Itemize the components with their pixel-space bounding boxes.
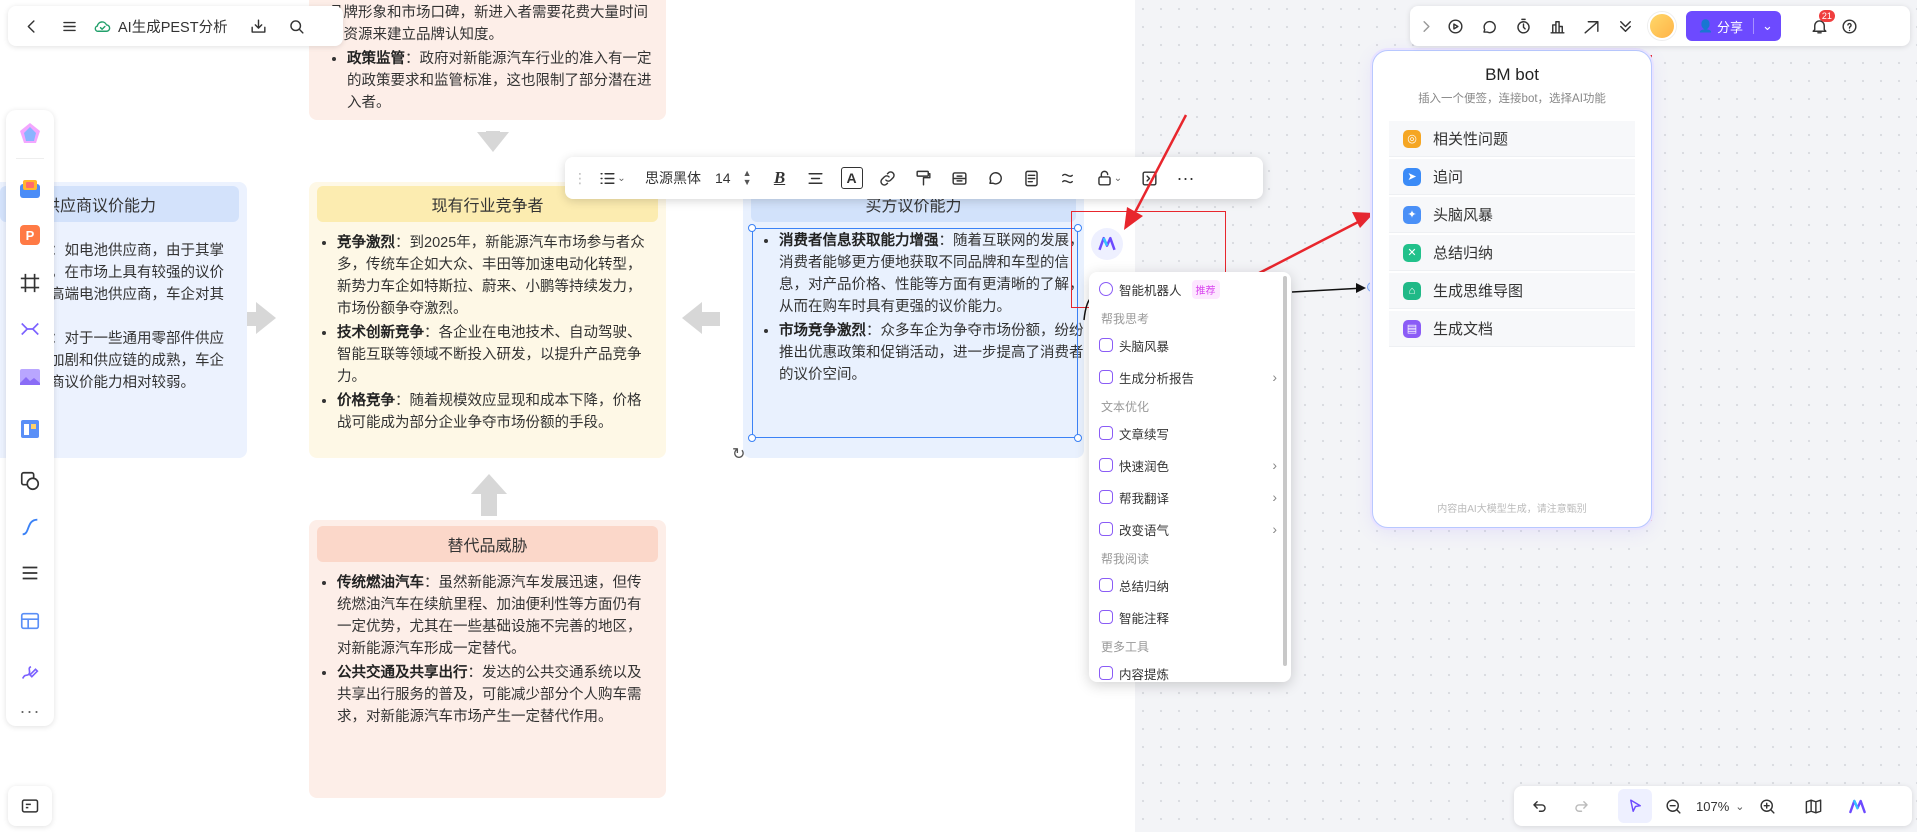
menu-scrollbar[interactable] (1283, 276, 1287, 666)
undo-icon[interactable] (1522, 789, 1556, 823)
red-arrow-2-head (1352, 212, 1374, 228)
bot-function-item[interactable]: ✦ 头脑风暴 (1389, 197, 1635, 233)
share-dropdown-icon[interactable]: ⌄ (1752, 18, 1781, 34)
map-icon[interactable] (1796, 789, 1830, 823)
menu-item-icon (1099, 578, 1113, 592)
menu-item-robot[interactable]: 智能机器人 推荐 (1099, 274, 1277, 304)
menu-item-label: 总结归纳 (1119, 579, 1170, 594)
play-icon[interactable] (1438, 9, 1472, 43)
menu-item-icon (1099, 338, 1113, 352)
robot-icon (1099, 282, 1113, 296)
menu-item[interactable]: 改变语气 › (1099, 514, 1277, 544)
zoom-dropdown-icon[interactable]: ⌄ (1735, 800, 1744, 813)
recommend-badge: 推荐 (1191, 279, 1220, 299)
select-tool-icon[interactable] (1618, 789, 1652, 823)
menu-item-label: 改变语气 (1119, 523, 1170, 538)
bm-bot-panel: BM bot 插入一个便签，连接bot，选择AI功能 ◎ 相关性问题 ➤ 追问 ✦ 头脑风… (1372, 50, 1652, 528)
connector-arrow-head (1356, 283, 1366, 293)
bot-function-label: 总结归纳 (1433, 245, 1494, 262)
menu-item[interactable]: 总结归纳 (1099, 570, 1277, 600)
ai-dropdown-menu: 智能机器人 推荐 帮我思考 头脑风暴 生成分析报告 › 文本优化 文章续写 快速润色 › 帮我翻… (1089, 272, 1291, 682)
menu-item[interactable]: 快速润色 › (1099, 450, 1277, 480)
menu-item-icon (1099, 490, 1113, 504)
bot-title: BM bot (1485, 65, 1539, 84)
avatar[interactable] (1642, 9, 1682, 43)
vote-icon[interactable] (1540, 9, 1574, 43)
bot-function-icon: ◎ (1403, 129, 1421, 148)
notification-badge: 21 (1818, 10, 1835, 22)
bot-function-item[interactable]: ◎ 相关性问题 (1389, 121, 1635, 157)
share-button[interactable]: 👤 分享 ⌄ (1686, 11, 1781, 41)
redo-icon[interactable] (1564, 789, 1598, 823)
menu-section-title: 更多工具 (1101, 640, 1150, 654)
menu-item[interactable]: 生成分析报告 › (1099, 362, 1277, 392)
zoom-in-icon[interactable] (1750, 789, 1784, 823)
chat-icon[interactable] (1472, 9, 1506, 43)
menu-section-title: 帮我思考 (1101, 312, 1150, 326)
top-right-toolbar: 👤 分享 ⌄ 21 (1410, 6, 1910, 46)
menu-item[interactable]: 文章续写 (1099, 418, 1277, 448)
menu-item[interactable]: 内容提炼 (1099, 658, 1277, 682)
bot-function-icon: ▤ (1403, 319, 1421, 338)
follow-icon[interactable] (1574, 9, 1608, 43)
help-icon[interactable] (1837, 9, 1863, 43)
chevron-right-icon: › (1272, 457, 1277, 473)
share-user-icon: 👤 (1698, 19, 1713, 33)
bot-subtitle: 插入一个便签，连接bot，选择AI功能 (1418, 93, 1606, 105)
zoom-level[interactable]: 107% (1696, 799, 1729, 814)
red-arrow-1 (1129, 114, 1188, 221)
menu-item-label: 帮我翻译 (1119, 491, 1170, 506)
expand-icon[interactable] (1414, 9, 1438, 43)
menu-section-title: 文本优化 (1101, 400, 1150, 414)
menu-item-icon (1099, 666, 1113, 680)
menu-item[interactable]: 智能注释 (1099, 602, 1277, 632)
menu-item-icon (1099, 426, 1113, 440)
red-arrow-1-head (1124, 207, 1143, 230)
menu-item-label: 头脑风暴 (1119, 339, 1170, 354)
bot-function-label: 相关性问题 (1433, 131, 1509, 148)
menu-item-label: 文章续写 (1119, 427, 1170, 442)
collapse-icon[interactable] (1608, 9, 1642, 43)
bot-function-icon: ✦ (1403, 205, 1421, 224)
menu-item-icon (1099, 370, 1113, 384)
zoom-out-icon[interactable] (1656, 789, 1690, 823)
bot-function-icon: ➤ (1403, 167, 1421, 186)
menu-item-label: 快速润色 (1119, 459, 1170, 474)
bell-icon[interactable]: 21 (1803, 9, 1837, 43)
menu-item-label: 内容提炼 (1119, 667, 1170, 682)
bottom-right-toolbar: 107% ⌄ (1514, 786, 1912, 826)
menu-item-icon (1099, 458, 1113, 472)
ai-assistant-icon[interactable] (1840, 789, 1874, 823)
menu-section-title: 帮我阅读 (1101, 552, 1150, 566)
timer-icon[interactable] (1506, 9, 1540, 43)
bot-function-label: 追问 (1433, 169, 1464, 186)
bot-function-label: 生成文档 (1433, 321, 1494, 338)
menu-item-label: 智能注释 (1119, 611, 1170, 626)
bot-function-icon: ⌂ (1403, 281, 1421, 300)
menu-item-icon (1099, 522, 1113, 536)
menu-item[interactable]: 头脑风暴 (1099, 330, 1277, 360)
chevron-right-icon: › (1272, 369, 1277, 385)
bot-function-label: 生成思维导图 (1433, 283, 1524, 300)
bot-function-item[interactable]: ➤ 追问 (1389, 159, 1635, 195)
bot-function-icon: ✕ (1403, 243, 1421, 262)
chevron-right-icon: › (1272, 489, 1277, 505)
bot-function-item[interactable]: ✕ 总结归纳 (1389, 235, 1635, 271)
menu-item[interactable]: 帮我翻译 › (1099, 482, 1277, 512)
chevron-right-icon: › (1272, 521, 1277, 537)
menu-item-label: 生成分析报告 (1119, 371, 1195, 386)
bot-footer: 内容由AI大模型生成，请注意甄别 (1437, 504, 1587, 515)
bot-function-item[interactable]: ▤ 生成文档 (1389, 311, 1635, 347)
bot-function-label: 头脑风暴 (1433, 207, 1494, 224)
menu-item-icon (1099, 610, 1113, 624)
bot-function-item[interactable]: ⌂ 生成思维导图 (1389, 273, 1635, 309)
connector-line-bot (1291, 287, 1365, 293)
